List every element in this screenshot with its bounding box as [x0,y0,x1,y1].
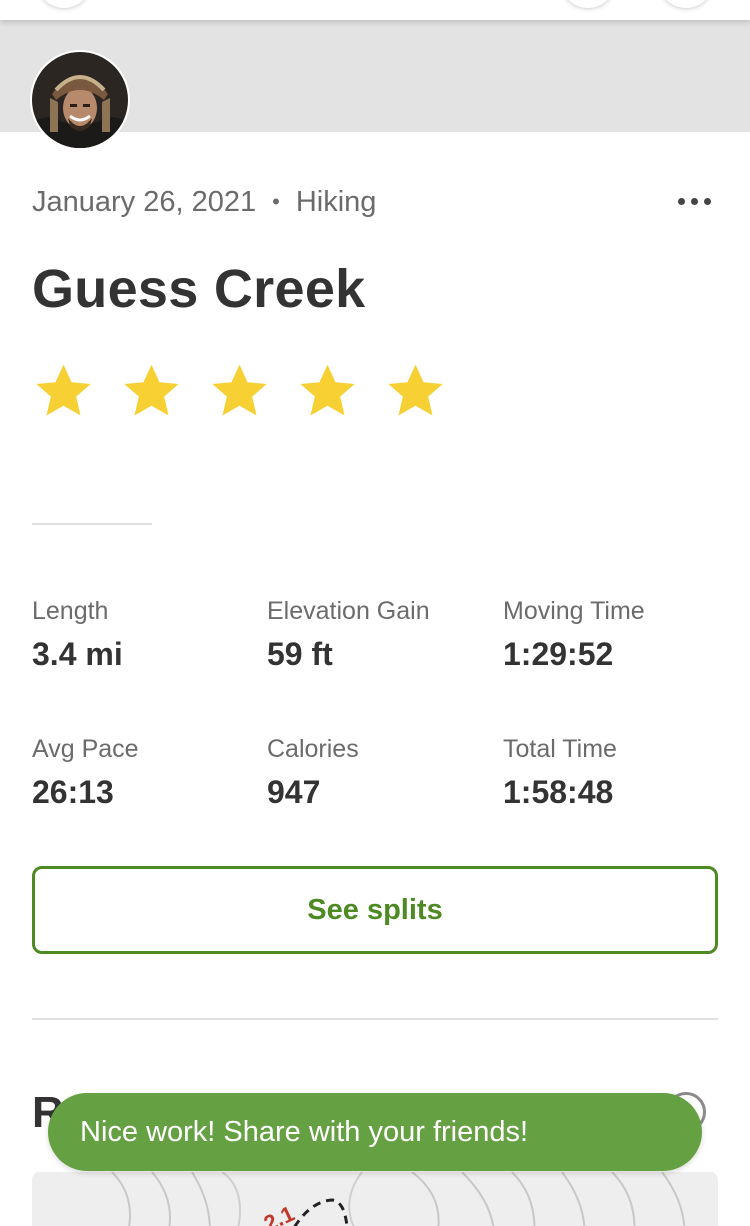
more-dot [690,197,698,205]
share-toast[interactable]: Nice work! Share with your friends! [48,1093,702,1171]
rating-stars [32,360,447,422]
user-avatar-image [32,52,128,148]
more-horizontal-icon [677,197,685,205]
stat-value: 1:58:48 [503,774,614,810]
stat-label: Total Time [503,735,617,763]
more-options-button[interactable] [664,180,724,222]
share-button[interactable] [562,0,614,8]
stat-label: Calories [267,735,359,763]
star-icon [36,364,91,416]
route-map[interactable]: 2.1 [32,1172,718,1226]
more-dot [703,197,711,205]
activity-meta: January 26, 2021 • Hiking [32,182,376,222]
activity-type: Hiking [295,185,377,218]
stat-value: 26:13 [32,774,114,810]
section-divider [32,1018,718,1020]
star-icon [388,364,443,416]
stat-label: Avg Pace [32,735,139,763]
activity-date: January 26, 2021 [32,185,257,218]
stat-total-time: Total Time 1:58:48 [503,734,617,810]
avatar[interactable] [32,52,128,148]
stat-elevation-gain: Elevation Gain 59 ft [267,596,430,672]
stat-calories: Calories 947 [267,734,359,810]
meta-separator: • [272,189,280,214]
stat-avg-pace: Avg Pace 26:13 [32,734,139,810]
stat-value: 59 ft [267,636,333,672]
map-topo-lines [32,1172,718,1226]
stat-label: Length [32,597,109,625]
back-button[interactable] [38,0,90,8]
stat-value: 1:29:52 [503,636,614,672]
star-icon [212,364,267,416]
stat-value: 3.4 mi [32,636,123,672]
menu-button[interactable] [660,0,712,8]
top-nav-bar [0,0,750,20]
activity-title: Guess Creek [32,259,366,319]
stat-label: Moving Time [503,597,645,625]
stat-label: Elevation Gain [267,597,430,625]
star-icon [124,364,179,416]
stat-moving-time: Moving Time 1:29:52 [503,596,645,672]
see-splits-button[interactable]: See splits [32,866,718,954]
activity-detail-page: January 26, 2021 • Hiking Guess Creek Le… [0,0,750,1226]
star-icon [300,364,355,416]
stat-length: Length 3.4 mi [32,596,123,672]
divider [32,523,152,525]
stat-value: 947 [267,774,321,810]
